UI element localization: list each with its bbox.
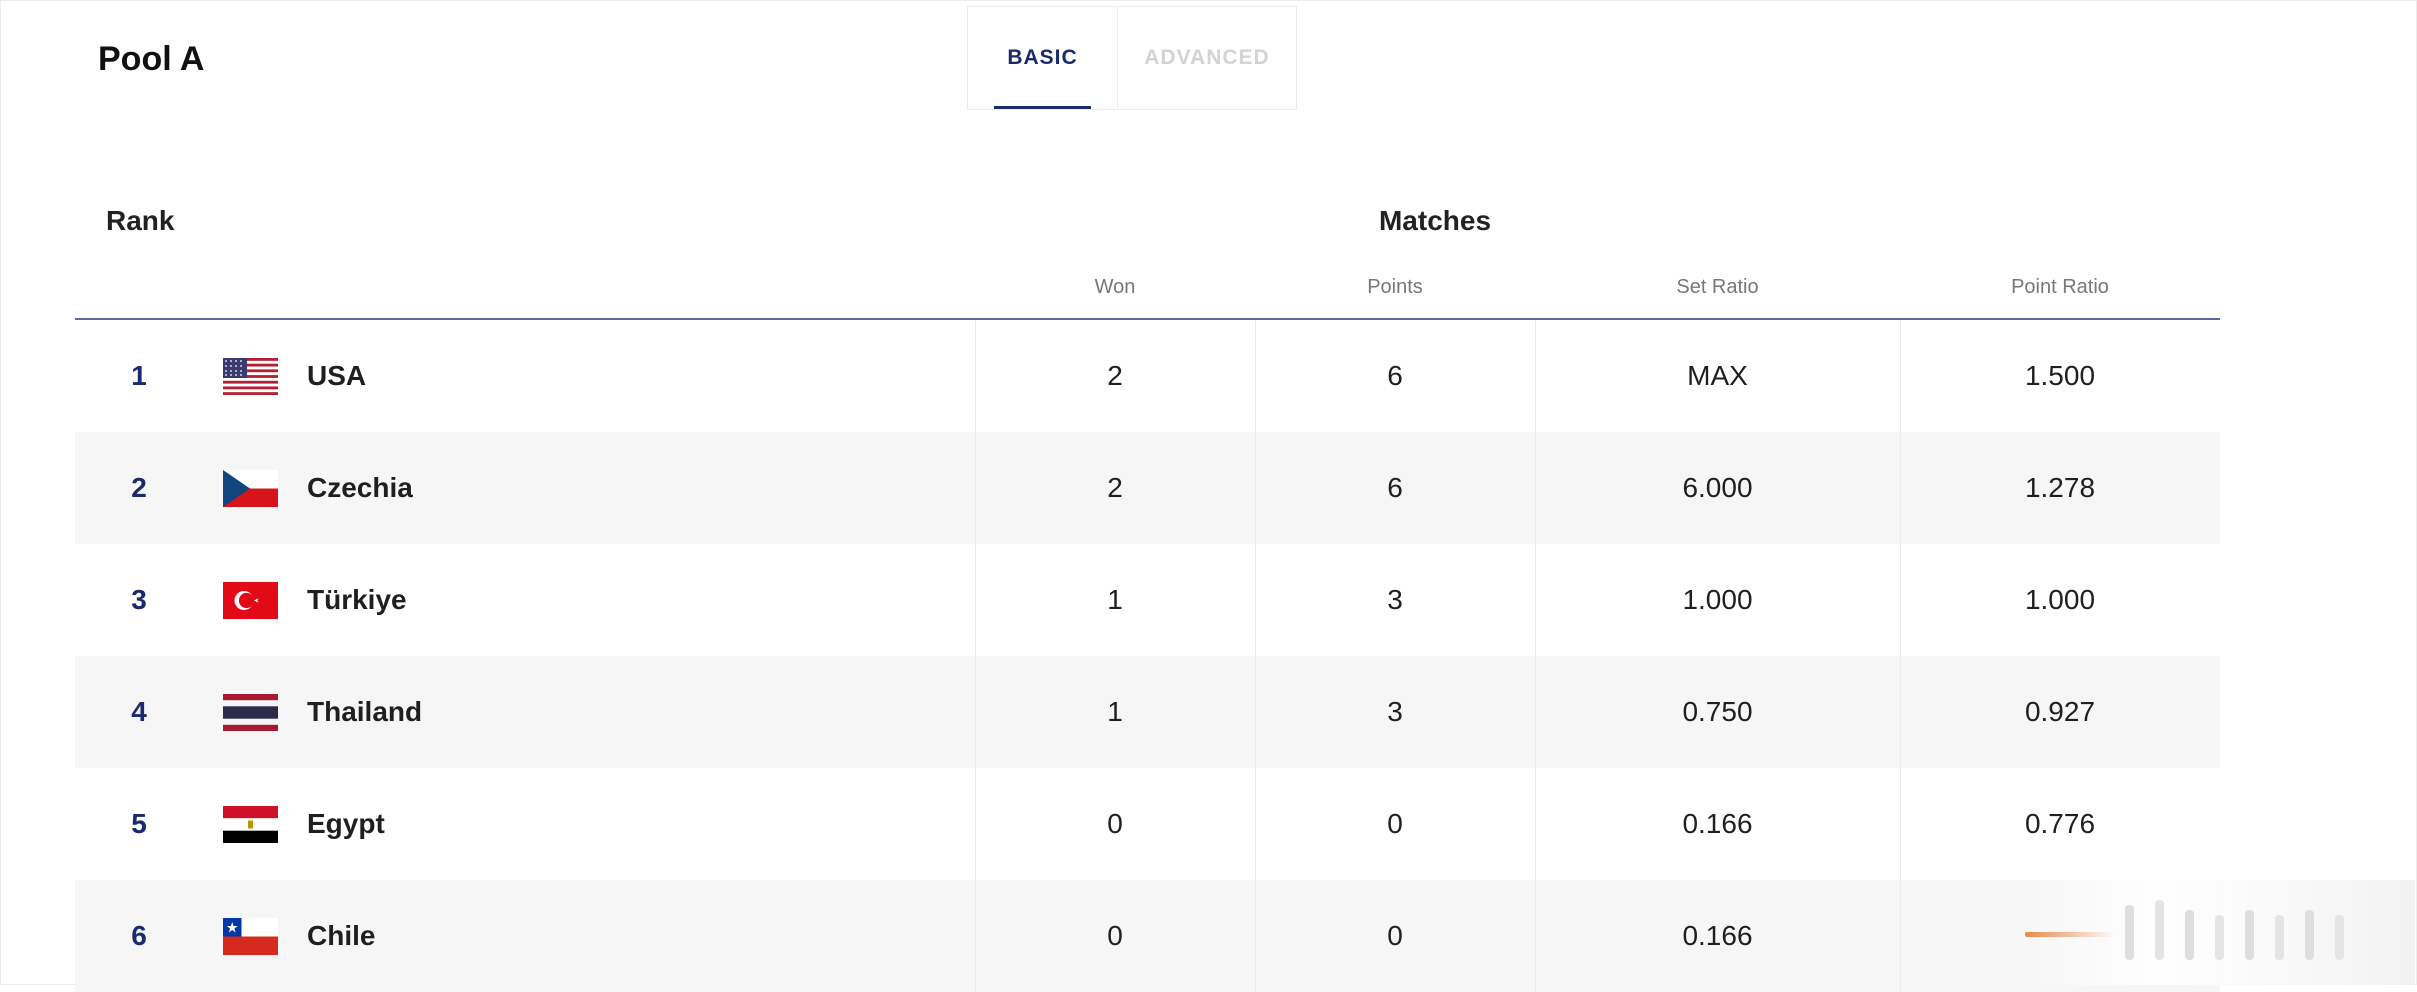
points-cell: 0 [1387,808,1403,839]
points-cell: 3 [1387,696,1403,727]
point-ratio-cell: 1.278 [2024,472,2096,503]
set-ratio-cell: 1.000 [1682,584,1753,615]
usa-flag-icon [223,358,278,395]
table-row[interactable]: 2 Czechia 2 6 6.000 1.278 [75,432,2220,544]
won-cell: 0 [1107,920,1123,951]
team-name[interactable]: Czechia [307,432,413,544]
table-row[interactable]: 1 USA 2 6 MAX 1.500 [75,320,2220,432]
point-ratio-cell: 0.927 [2024,696,2096,727]
won-header: Won [1094,276,1136,298]
set-ratio-header: Set Ratio [1676,276,1759,298]
turkiye-flag-icon [223,582,278,619]
set-ratio-cell: MAX [1687,360,1748,391]
rank-cell: 6 [131,920,147,951]
rank-cell: 5 [131,808,147,839]
won-cell: 1 [1107,584,1123,615]
team-name[interactable]: Chile [307,880,375,992]
tab-advanced[interactable]: ADVANCED [1117,6,1297,110]
rank-cell: 1 [131,360,147,391]
won-cell: 0 [1107,808,1123,839]
points-header: Points [1367,276,1423,298]
points-cell: 0 [1387,920,1403,951]
rank-cell: 4 [131,696,147,727]
points-cell: 6 [1387,472,1403,503]
point-ratio-cell: 1.500 [2024,360,2096,391]
team-name[interactable]: Thailand [307,656,422,768]
point-ratio-cell: 0.776 [2024,808,2096,839]
won-cell: 1 [1107,696,1123,727]
point-ratio-cell: 1.000 [2024,584,2096,615]
czechia-flag-icon [223,470,278,507]
team-name[interactable]: USA [307,320,366,432]
won-cell: 2 [1107,360,1123,391]
pool-title: Pool A [98,40,205,78]
rank-header: Rank [106,205,175,236]
set-ratio-cell: 0.166 [1682,920,1753,951]
chile-flag-icon [223,918,278,955]
view-tabs: BASIC ADVANCED [967,6,1297,110]
table-row[interactable]: 4 Thailand 1 3 0.750 0.927 [75,656,2220,768]
table-row[interactable]: 5 Egypt 0 0 0.166 0.776 [75,768,2220,880]
points-cell: 6 [1387,360,1403,391]
table-row[interactable]: 3 Türkiye 1 3 1.000 1.000 [75,544,2220,656]
point-ratio-header: Point Ratio [2011,276,2109,298]
team-name[interactable]: Egypt [307,768,385,880]
set-ratio-cell: 0.750 [1682,696,1753,727]
set-ratio-cell: 6.000 [1682,472,1753,503]
egypt-flag-icon [223,806,278,843]
thailand-flag-icon [223,694,278,731]
set-ratio-cell: 0.166 [1682,808,1753,839]
matches-header: Matches [1378,205,1492,236]
rank-cell: 3 [131,584,147,615]
table-row[interactable]: 6 Chile 0 0 0.166 [75,880,2220,992]
points-cell: 3 [1387,584,1403,615]
rank-cell: 2 [131,472,147,503]
won-cell: 2 [1107,472,1123,503]
point-ratio-cell [1900,880,2220,992]
tab-basic[interactable]: BASIC [967,6,1117,110]
team-name[interactable]: Türkiye [307,544,407,656]
